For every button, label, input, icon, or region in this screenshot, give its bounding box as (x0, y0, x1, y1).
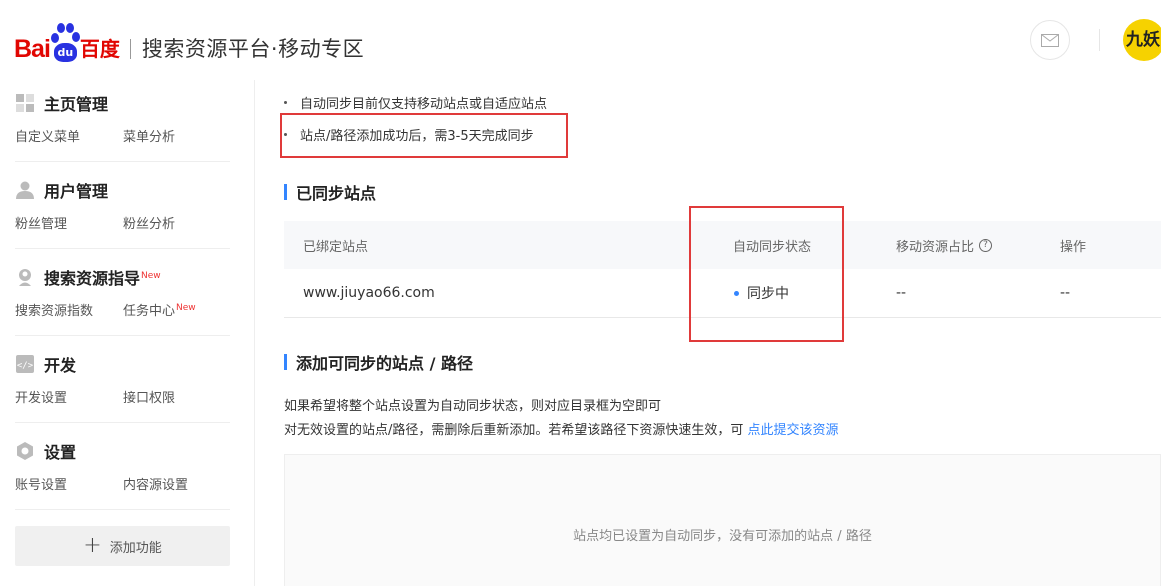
add-function-label: 添加功能 (109, 540, 162, 556)
sidebar-item-api-permissions[interactable]: 接口权限 (123, 387, 175, 406)
settings-icon (15, 441, 35, 461)
sidebar-group-title: 用户管理 (44, 182, 109, 201)
sidebar-divider (15, 248, 230, 249)
sidebar-item-menu-analysis[interactable]: 菜单分析 (123, 126, 175, 145)
sidebar-group-title-text: 搜索资源指导 (44, 269, 141, 288)
sidebar-item-content-source[interactable]: 内容源设置 (123, 474, 188, 493)
add-desc-line-1: 如果希望将整个站点设置为自动同步状态，则对应目录框为空即可 (284, 399, 662, 414)
site-cell: www.jiuyao66.com (303, 285, 435, 301)
paw-palm-text: du (53, 43, 77, 62)
sidebar-item-search-index[interactable]: 搜索资源指数 (15, 300, 123, 319)
submit-resource-link[interactable]: 点此提交该资源 (748, 423, 839, 438)
column-header-ratio: 移动资源占比 ? (896, 221, 993, 269)
user-icon (15, 180, 35, 200)
sidebar-group-title: 设置 (44, 443, 77, 462)
add-function-button[interactable]: + 添加功能 (15, 526, 230, 566)
synced-sites-heading: 已同步站点 (284, 180, 376, 204)
column-header-ratio-label: 移动资源占比 (896, 239, 975, 255)
new-badge: New (141, 270, 161, 281)
highlight-box (280, 113, 568, 158)
new-badge: New (176, 302, 196, 313)
task-center-label: 任务中心 (123, 304, 176, 319)
heading-accent-bar (284, 354, 287, 370)
note-item: 自动同步目前仅支持移动站点或自适应站点 (284, 93, 547, 112)
sidebar-divider (15, 161, 230, 162)
mail-icon (1041, 33, 1059, 47)
sidebar-group-home: 主页管理 自定义菜单 菜单分析 (15, 90, 230, 145)
paw-icon: du (50, 22, 80, 64)
sidebar-item-dev-settings[interactable]: 开发设置 (15, 387, 123, 406)
sidebar-item-task-center[interactable]: 任务中心New (123, 300, 196, 319)
heading-accent-bar (284, 184, 287, 200)
highlight-box (689, 206, 844, 342)
help-icon[interactable]: ? (979, 238, 993, 252)
message-button[interactable] (1030, 20, 1070, 60)
sidebar-divider (15, 509, 230, 510)
sidebar: 主页管理 自定义菜单 菜单分析 用户管理 粉丝管理 粉丝分析 搜索资源指导New (0, 80, 255, 586)
add-sites-heading: 添加可同步的站点 / 路径 (284, 350, 473, 374)
sidebar-group-users: 用户管理 粉丝管理 粉丝分析 (15, 177, 230, 232)
top-header: Bai du 百度 搜索资源平台·移动专区 九妖 (0, 0, 1161, 80)
platform-title: 搜索资源平台·移动专区 (141, 37, 365, 61)
note-text: 自动同步目前仅支持移动站点或自适应站点 (300, 97, 548, 112)
empty-state-text: 站点均已设置为自动同步，没有可添加的站点 / 路径 (573, 528, 872, 544)
sidebar-item-fans-analysis[interactable]: 粉丝分析 (123, 213, 175, 232)
svg-text:</>: </> (17, 361, 34, 371)
sidebar-divider (15, 335, 230, 336)
header-divider (1099, 29, 1100, 51)
ratio-cell: -- (896, 285, 907, 301)
sidebar-group-title: 开发 (44, 356, 77, 375)
action-cell: -- (1060, 285, 1071, 301)
section-title: 添加可同步的站点 / 路径 (296, 354, 473, 373)
baidu-logo[interactable]: Bai du 百度 搜索资源平台·移动专区 (14, 20, 364, 64)
search-user-icon (15, 267, 35, 287)
sidebar-item-custom-menu[interactable]: 自定义菜单 (15, 126, 123, 145)
bullet-dot (284, 101, 287, 104)
add-desc-line-2-text: 对无效设置的站点/路径，需删除后重新添加。若希望该路径下资源快速生效，可 (284, 423, 744, 438)
sidebar-item-fans-manage[interactable]: 粉丝管理 (15, 213, 123, 232)
avatar[interactable]: 九妖 (1123, 19, 1161, 61)
sidebar-group-search-guide: 搜索资源指导New 搜索资源指数 任务中心New (15, 264, 230, 319)
home-grid-icon (15, 93, 35, 113)
logo-bai-text: Bai (14, 35, 51, 63)
empty-state-box: 站点均已设置为自动同步，没有可添加的站点 / 路径 (284, 454, 1161, 586)
column-header-site: 已绑定站点 (303, 239, 369, 255)
sidebar-group-dev: </> 开发 开发设置 接口权限 (15, 351, 230, 406)
logo-separator (129, 39, 131, 59)
sidebar-group-title: 主页管理 (44, 95, 109, 114)
sidebar-divider (15, 422, 230, 423)
sidebar-group-settings: 设置 账号设置 内容源设置 (15, 438, 230, 493)
sidebar-group-title: 搜索资源指导New (44, 265, 161, 289)
column-header-action: 操作 (1060, 239, 1087, 255)
avatar-text: 九妖 (1126, 30, 1160, 50)
plus-icon: + (83, 533, 102, 558)
add-desc-line-2: 对无效设置的站点/路径，需删除后重新添加。若希望该路径下资源快速生效，可 点此提… (284, 419, 839, 438)
code-icon: </> (15, 354, 35, 374)
section-title: 已同步站点 (296, 184, 377, 203)
logo-du-text: 百度 (79, 37, 120, 61)
sidebar-item-account-settings[interactable]: 账号设置 (15, 474, 123, 493)
